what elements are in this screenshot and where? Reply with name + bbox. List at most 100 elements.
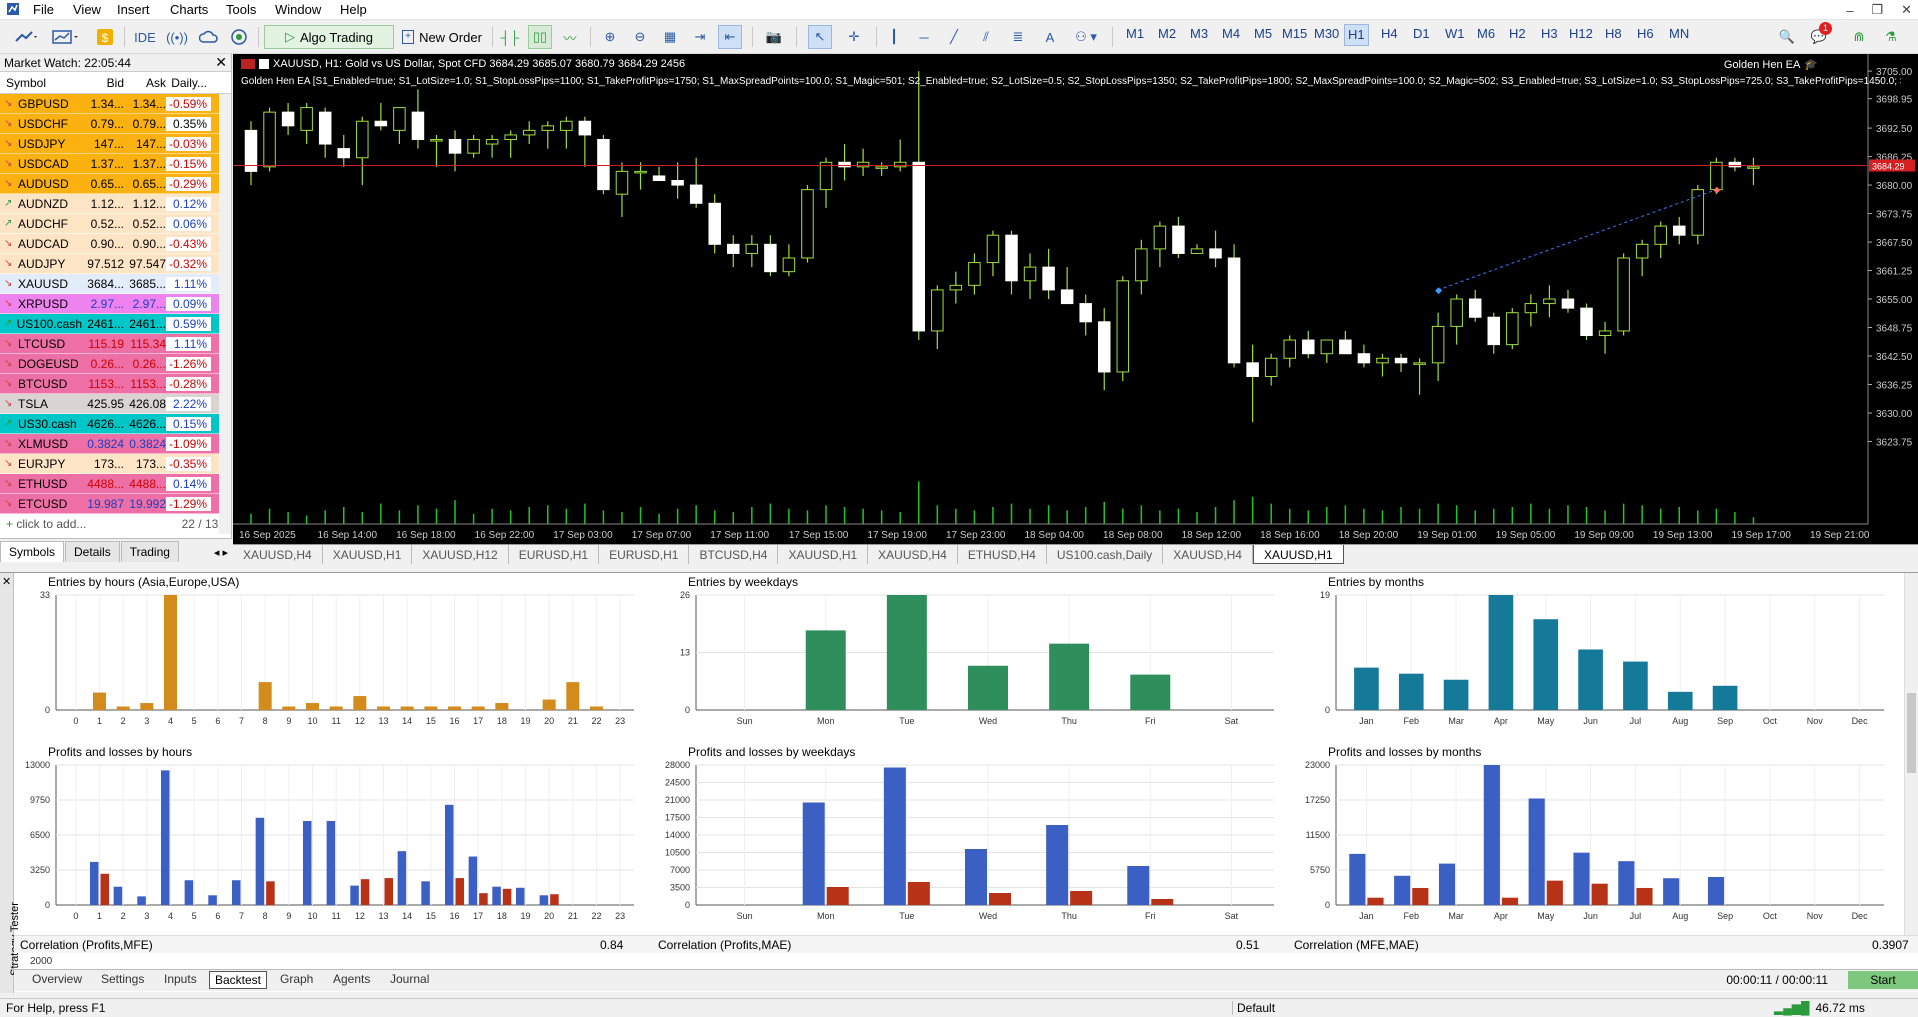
- new-chart-icon[interactable]: [10, 25, 42, 49]
- chart-tab[interactable]: EURUSD,H1: [599, 545, 690, 564]
- algo-trading-button[interactable]: ▷ Algo Trading: [264, 25, 394, 49]
- market-watch-row[interactable]: ↗ AUDCHF 0.52... 0.52... 0.06%: [0, 214, 231, 234]
- tf-w1[interactable]: W1: [1445, 26, 1465, 41]
- horizontal-line-icon[interactable]: ─: [912, 25, 936, 49]
- zoom-out-icon[interactable]: ⊖: [628, 25, 652, 49]
- restore-icon[interactable]: ❐: [1871, 2, 1883, 18]
- vertical-line-icon[interactable]: ┃: [882, 25, 906, 49]
- crosshair-icon[interactable]: ✛: [842, 25, 866, 49]
- tf-h1[interactable]: H1: [1344, 24, 1369, 46]
- tf-h8[interactable]: H8: [1605, 26, 1622, 41]
- chart-tab[interactable]: XAUUSD,H4: [868, 545, 958, 564]
- col-daily[interactable]: Daily...: [166, 76, 211, 90]
- cursor-icon[interactable]: ↖: [808, 25, 832, 49]
- chart-tab[interactable]: XAUUSD,H12: [412, 545, 509, 564]
- tf-m3[interactable]: M3: [1190, 26, 1208, 41]
- tf-h6[interactable]: H6: [1637, 26, 1654, 41]
- trendline-icon[interactable]: ╱: [942, 25, 966, 49]
- market-watch-row[interactable]: ↘ ETCUSD 19.987 19.992 -1.29%: [0, 494, 231, 514]
- ide-button[interactable]: IDE: [132, 25, 158, 49]
- start-button[interactable]: Start: [1848, 971, 1918, 989]
- chart-tab[interactable]: XAUUSD,H1: [323, 545, 413, 564]
- tf-m5[interactable]: M5: [1254, 26, 1272, 41]
- vps-icon[interactable]: [226, 25, 252, 49]
- market-watch-row[interactable]: ↘ XRPUSD 2.97... 2.97... 0.09%: [0, 294, 231, 314]
- menu-help[interactable]: Help: [340, 2, 367, 17]
- tf-h3[interactable]: H3: [1541, 26, 1558, 41]
- market-watch-row[interactable]: ↘ USDCHF 0.79... 0.79... 0.35%: [0, 114, 231, 134]
- text-label-icon[interactable]: A: [1038, 25, 1062, 49]
- tab-agents[interactable]: Agents: [333, 972, 370, 986]
- screenshot-icon[interactable]: 📷: [762, 25, 786, 49]
- chart-tab[interactable]: ETHUSD,H4: [958, 545, 1047, 564]
- market-watch-row[interactable]: ↘ ETHUSD 4488... 4488... 0.14%: [0, 474, 231, 494]
- tab-trading[interactable]: Trading: [120, 541, 179, 562]
- market-watch-row[interactable]: ↘ TSLA 425.95 426.08 2.22%: [0, 394, 231, 414]
- tf-m1[interactable]: M1: [1126, 26, 1144, 41]
- notifications-icon[interactable]: 💬 1: [1808, 22, 1832, 49]
- tf-h2[interactable]: H2: [1509, 26, 1526, 41]
- col-ask[interactable]: Ask: [124, 76, 166, 90]
- menu-tools[interactable]: Tools: [226, 2, 256, 17]
- tab-backtest[interactable]: Backtest: [209, 971, 268, 989]
- tab-scroll-arrows[interactable]: ◂ ▸: [210, 543, 232, 562]
- chart-tab[interactable]: XAUUSD,H4: [233, 545, 323, 564]
- market-watch-row[interactable]: ↘ USDCAD 1.37... 1.37... -0.15%: [0, 154, 231, 174]
- market-watch-row[interactable]: ↘ DOGEUSD 0.26... 0.26... -1.26%: [0, 354, 231, 374]
- tab-settings[interactable]: Settings: [101, 972, 144, 986]
- tester-scrollbar[interactable]: [1904, 573, 1918, 935]
- wifi-icon[interactable]: ⋒: [1848, 25, 1870, 49]
- lvl-icon[interactable]: ⚗: [1880, 25, 1902, 49]
- market-watch-row[interactable]: ↘ XLMUSD 0.3824 0.3824 -1.09%: [0, 434, 231, 454]
- ea-badge[interactable]: Golden Hen EA 🎓: [1724, 58, 1818, 72]
- tf-m15[interactable]: M15: [1282, 26, 1307, 41]
- market-watch-row[interactable]: ↘ USDJPY 147... 147... -0.03%: [0, 134, 231, 154]
- tab-graph[interactable]: Graph: [280, 972, 313, 986]
- market-watch-row[interactable]: ↘ LTCUSD 115.19 115.34 1.11%: [0, 334, 231, 354]
- chart-shift-icon[interactable]: ⇤: [718, 25, 742, 49]
- chart-tab[interactable]: XAUUSD,H1: [1252, 545, 1344, 564]
- chart-tab[interactable]: XAUUSD,H4: [1163, 545, 1253, 564]
- market-watch-row[interactable]: ↗ US30.cash 4626... 4626... 0.15%: [0, 414, 231, 434]
- chart-type-icon[interactable]: [48, 25, 84, 49]
- bar-chart-icon[interactable]: ┤├: [498, 25, 522, 49]
- market-watch-row[interactable]: ↘ AUDJPY 97.512 97.547 -0.32%: [0, 254, 231, 274]
- chart-tab[interactable]: EURUSD,H1: [509, 545, 600, 564]
- tf-m30[interactable]: M30: [1314, 26, 1339, 41]
- scroll-thumb[interactable]: [1907, 693, 1916, 773]
- market-watch-scrollbar[interactable]: [219, 94, 231, 534]
- market-watch-row[interactable]: ↘ GBPUSD 1.34... 1.34... -0.59%: [0, 94, 231, 114]
- tab-journal[interactable]: Journal: [390, 972, 429, 986]
- chart-tab[interactable]: BTCUSD,H4: [689, 545, 779, 564]
- tf-m6[interactable]: M6: [1477, 26, 1495, 41]
- search-icon[interactable]: 🔍: [1776, 25, 1798, 49]
- market-watch-row[interactable]: ↘ BTCUSD 1153... 1153... -0.28%: [0, 374, 231, 394]
- market-watch-row[interactable]: ↘ XAUUSD 3684... 3685... 1.11%: [0, 274, 231, 294]
- line-chart-icon[interactable]: 〰: [558, 25, 582, 49]
- col-symbol[interactable]: Symbol: [0, 76, 82, 90]
- menu-charts[interactable]: Charts: [170, 2, 208, 17]
- menu-view[interactable]: View: [73, 2, 101, 17]
- tab-symbols[interactable]: Symbols: [0, 541, 65, 562]
- cloud-icon[interactable]: [196, 25, 222, 49]
- tile-windows-icon[interactable]: ▦: [658, 25, 682, 49]
- close-icon[interactable]: ✕: [1901, 2, 1912, 18]
- market-watch-row[interactable]: ↘ AUDCAD 0.90... 0.90... -0.43%: [0, 234, 231, 254]
- tab-details[interactable]: Details: [65, 541, 120, 562]
- tf-m2[interactable]: M2: [1158, 26, 1176, 41]
- tf-m4[interactable]: M4: [1222, 26, 1240, 41]
- candlestick-icon[interactable]: ▯▯: [528, 25, 552, 49]
- fibonacci-icon[interactable]: ≣: [1006, 25, 1030, 49]
- tester-close-icon[interactable]: ✕: [2, 575, 11, 588]
- tf-h12[interactable]: H12: [1569, 26, 1593, 41]
- chart-tab[interactable]: US100.cash,Daily: [1047, 545, 1164, 564]
- dollar-icon[interactable]: $: [94, 25, 116, 49]
- close-icon[interactable]: ✕: [215, 54, 227, 71]
- tab-overview[interactable]: Overview: [32, 972, 82, 986]
- price-chart[interactable]: 3705.00 3698.95 3692.50 3686.25 3680.00 3673.…: [233, 54, 1918, 544]
- col-bid[interactable]: Bid: [82, 76, 124, 90]
- menu-window[interactable]: Window: [275, 2, 321, 17]
- auto-scroll-icon[interactable]: ⇥: [688, 25, 712, 49]
- chart-tab[interactable]: XAUUSD,H1: [778, 545, 869, 564]
- market-watch-row[interactable]: ↘ AUDUSD 0.65... 0.65... -0.29%: [0, 174, 231, 194]
